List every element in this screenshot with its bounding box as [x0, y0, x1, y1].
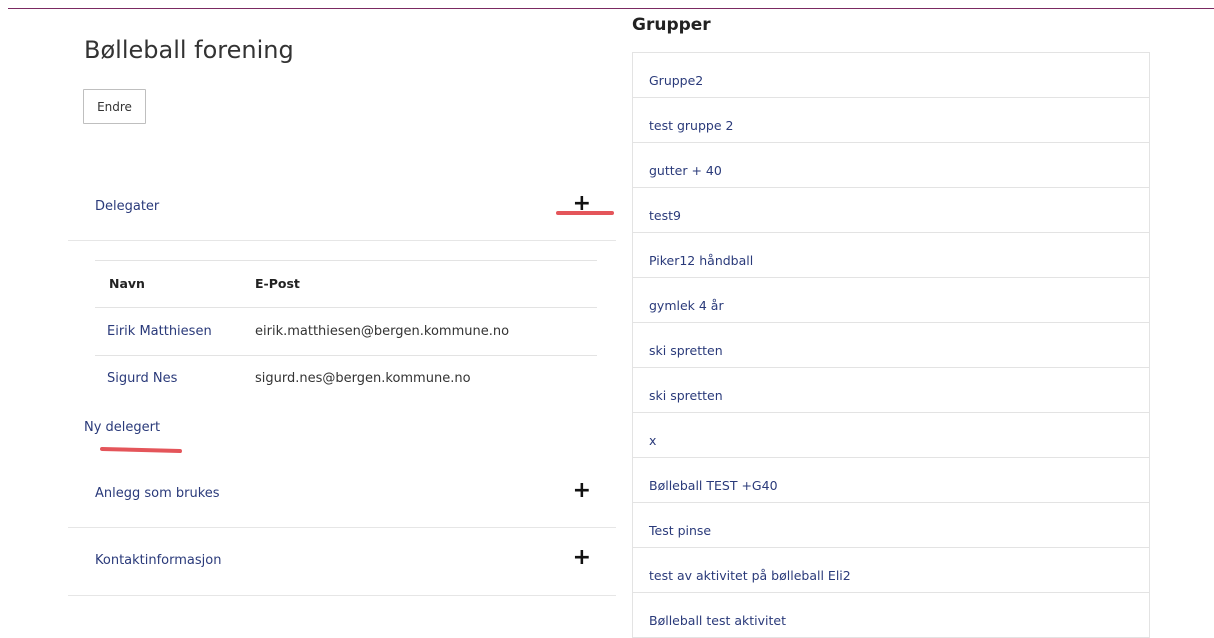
list-item[interactable]: gymlek 4 år: [633, 278, 1149, 323]
group-link[interactable]: Test pinse: [649, 523, 711, 538]
accordion-delegater[interactable]: Delegater +: [68, 174, 616, 240]
list-item[interactable]: test9: [633, 188, 1149, 233]
top-border-line: [8, 8, 1214, 9]
group-link[interactable]: test9: [649, 208, 681, 223]
column-header-name: Navn: [109, 276, 145, 291]
annotation-red-underline: [99, 446, 183, 454]
expand-kontakt-icon[interactable]: +: [573, 547, 591, 569]
groups-list: Gruppe2 test gruppe 2 gutter + 40 test9 …: [632, 52, 1150, 638]
delegate-email: sigurd.nes@bergen.kommune.no: [255, 371, 471, 386]
delegate-name[interactable]: Sigurd Nes: [107, 371, 177, 386]
group-link[interactable]: Gruppe2: [649, 73, 703, 88]
group-link[interactable]: gymlek 4 år: [649, 298, 724, 313]
groups-title: Grupper: [632, 15, 711, 35]
divider: [68, 240, 616, 241]
new-delegate-link[interactable]: Ny delegert: [84, 420, 160, 435]
edit-button[interactable]: Endre: [83, 89, 146, 124]
table-rule: [95, 307, 597, 308]
expand-anlegg-icon[interactable]: +: [573, 480, 591, 502]
list-item[interactable]: Piker12 håndball: [633, 233, 1149, 278]
accordion-anlegg-label: Anlegg som brukes: [95, 486, 220, 501]
delegate-email: eirik.matthiesen@bergen.kommune.no: [255, 324, 510, 339]
table-rule: [95, 260, 597, 261]
group-link[interactable]: x: [649, 433, 656, 448]
list-item[interactable]: test av aktivitet på bølleball Eli2: [633, 548, 1149, 593]
table-rule: [95, 355, 597, 356]
list-item[interactable]: Bølleball TEST +G40: [633, 458, 1149, 503]
list-item[interactable]: Test pinse: [633, 503, 1149, 548]
list-item[interactable]: Gruppe2: [633, 53, 1149, 98]
accordion-kontakt-label: Kontaktinformasjon: [95, 553, 222, 568]
list-item[interactable]: gutter + 40: [633, 143, 1149, 188]
accordion-kontakt[interactable]: Kontaktinformasjon +: [68, 528, 616, 594]
group-link[interactable]: ski spretten: [649, 343, 723, 358]
annotation-red-underline: [556, 211, 614, 215]
list-item[interactable]: ski spretten: [633, 368, 1149, 413]
page-title: Bølleball forening: [84, 36, 294, 64]
list-item[interactable]: test gruppe 2: [633, 98, 1149, 143]
group-link[interactable]: Bølleball TEST +G40: [649, 478, 778, 493]
column-header-email: E-Post: [255, 276, 300, 291]
group-link[interactable]: Bølleball test aktivitet: [649, 613, 786, 628]
list-item[interactable]: ski spretten: [633, 323, 1149, 368]
accordion-delegater-label: Delegater: [95, 199, 160, 214]
accordion-anlegg[interactable]: Anlegg som brukes +: [68, 462, 616, 528]
list-item[interactable]: Bølleball test aktivitet: [633, 593, 1149, 638]
group-link[interactable]: Piker12 håndball: [649, 253, 753, 268]
group-link[interactable]: test gruppe 2: [649, 118, 733, 133]
group-link[interactable]: test av aktivitet på bølleball Eli2: [649, 568, 851, 583]
delegate-name[interactable]: Eirik Matthiesen: [107, 324, 212, 339]
divider: [68, 595, 616, 596]
group-link[interactable]: gutter + 40: [649, 163, 722, 178]
group-link[interactable]: ski spretten: [649, 388, 723, 403]
list-item[interactable]: x: [633, 413, 1149, 458]
